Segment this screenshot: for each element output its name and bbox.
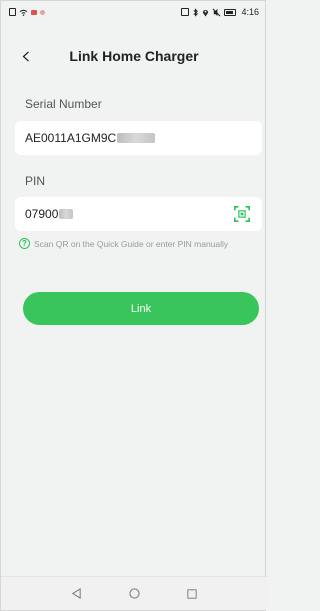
home-circle-icon — [128, 588, 140, 599]
nav-back-button[interactable] — [68, 586, 84, 602]
notification-icon — [9, 8, 16, 16]
status-bar-right: 4:16 — [181, 7, 259, 17]
location-icon — [203, 9, 209, 16]
scan-qr-button[interactable] — [232, 204, 252, 224]
pin-label: PIN — [25, 174, 46, 188]
pin-value-wrap: 07900 — [25, 207, 74, 221]
hint-text: Scan QR on the Quick Guide or enter PIN … — [34, 238, 229, 249]
recents-square-icon — [187, 588, 197, 599]
qr-scan-icon — [233, 205, 251, 223]
serial-number-value: AE0011A1GM9C — [25, 131, 117, 145]
nfc-icon — [181, 8, 190, 16]
status-bar: 4:16 — [1, 1, 267, 23]
mute-icon — [213, 8, 221, 16]
nav-recents-button[interactable] — [184, 586, 200, 602]
app-dot-icon — [40, 9, 45, 15]
header: Link Home Charger — [1, 41, 267, 71]
serial-number-field[interactable]: AE0011A1GM9C — [15, 121, 262, 155]
system-nav-bar — [1, 576, 267, 610]
status-bar-left — [9, 8, 45, 16]
link-button-label: Link — [130, 302, 152, 315]
pin-value: 07900 — [25, 207, 59, 221]
app-frame: 4:16 Link Home Charger Serial Number AE0… — [0, 0, 267, 611]
bluetooth-icon — [193, 7, 199, 17]
link-button[interactable]: Link — [23, 292, 259, 325]
scan-hint: ? Scan QR on the Quick Guide or enter PI… — [19, 238, 228, 249]
wifi-icon — [19, 9, 28, 16]
question-circle-icon: ? — [19, 238, 30, 249]
serial-number-label: Serial Number — [25, 97, 102, 111]
page-title: Link Home Charger — [69, 48, 199, 64]
back-triangle-icon — [71, 588, 81, 599]
redacted-blur — [117, 133, 156, 143]
pin-field[interactable]: 07900 — [15, 197, 262, 231]
status-time: 4:16 — [241, 7, 259, 17]
app-notification-icon — [31, 9, 37, 15]
battery-icon — [224, 8, 237, 16]
nav-home-button[interactable] — [126, 586, 142, 602]
redacted-blur — [59, 209, 74, 219]
